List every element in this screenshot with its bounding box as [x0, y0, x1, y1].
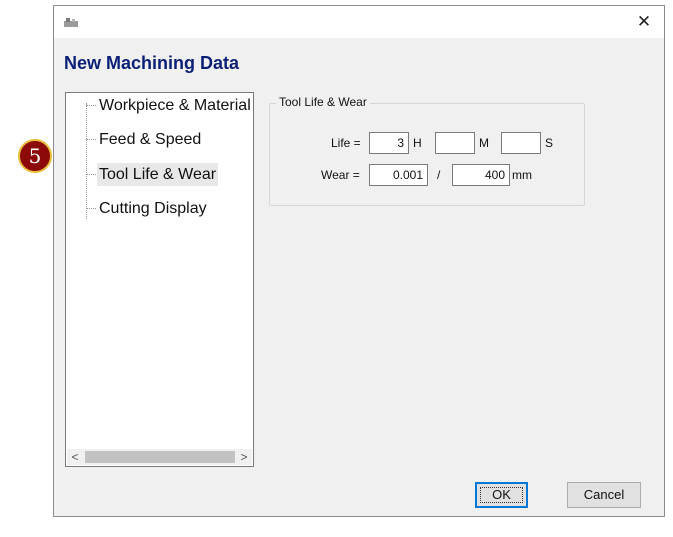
scroll-right-icon[interactable]: > — [236, 449, 252, 465]
cancel-button[interactable]: Cancel — [567, 482, 641, 508]
hours-unit: H — [413, 136, 422, 150]
scrollbar-thumb[interactable] — [85, 451, 235, 463]
life-label: Life = — [331, 136, 361, 150]
tree-item-label: Tool Life & Wear — [97, 163, 219, 186]
dialog-heading: New Machining Data — [64, 53, 240, 73]
life-minutes-input[interactable] — [435, 132, 475, 154]
app-icon — [64, 18, 78, 27]
dialog-window: ✕ New Machining Data Workpiece & Materia… — [53, 5, 665, 517]
cancel-button-label: Cancel — [583, 487, 625, 502]
tree-item-label: Feed & Speed — [99, 131, 202, 148]
scroll-left-icon[interactable]: < — [67, 449, 83, 465]
focus-rect — [480, 487, 523, 503]
wear-length-input[interactable]: 400 — [452, 164, 510, 186]
wear-unit: mm — [512, 168, 532, 182]
ok-button[interactable]: OK — [475, 482, 528, 508]
wear-separator: / — [437, 168, 441, 182]
seconds-unit: S — [545, 136, 554, 150]
title-bar[interactable]: ✕ — [54, 6, 664, 38]
life-hours-input[interactable]: 3 — [369, 132, 409, 154]
tree-item-feed-speed[interactable]: Feed & Speed — [86, 128, 253, 152]
group-title: Tool Life & Wear — [276, 95, 370, 109]
minutes-unit: M — [479, 136, 489, 150]
life-seconds-input[interactable] — [501, 132, 541, 154]
tree-item-workpiece-material[interactable]: Workpiece & Material — [86, 94, 253, 118]
wear-label: Wear = — [321, 168, 360, 182]
tool-life-wear-group: Tool Life & Wear Life = 3 H M S Wear = 0… — [269, 95, 585, 206]
tree-horizontal-scrollbar[interactable]: < > — [67, 449, 252, 465]
tree-item-label: Cutting Display — [99, 200, 207, 217]
step-number-badge: 5 — [18, 139, 52, 173]
tree-item-label: Workpiece & Material — [99, 97, 251, 114]
close-button[interactable]: ✕ — [624, 6, 664, 38]
category-tree[interactable]: Workpiece & Material Feed & Speed Tool L… — [65, 92, 254, 467]
close-icon: ✕ — [636, 12, 652, 31]
tree-item-cutting-display[interactable]: Cutting Display — [86, 197, 253, 221]
tree-item-tool-life-wear[interactable]: Tool Life & Wear — [86, 163, 253, 187]
wear-amount-input[interactable]: 0.001 — [369, 164, 428, 186]
